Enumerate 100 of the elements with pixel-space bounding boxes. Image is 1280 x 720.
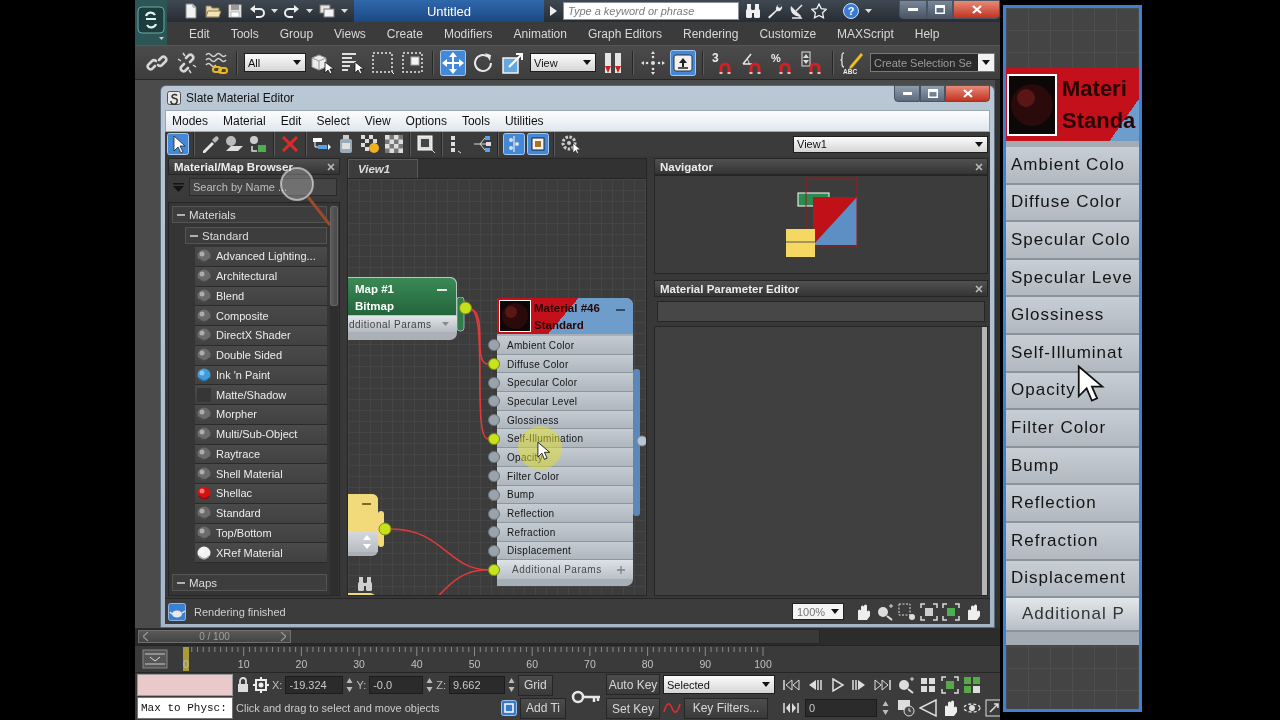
material-type-item[interactable]: Standard (195, 503, 327, 524)
close-icon[interactable] (975, 284, 983, 293)
coordinate-field[interactable]: 9.662 (449, 676, 505, 694)
slot-row[interactable]: Filter Color (1006, 410, 1139, 448)
sphere-cube-icon[interactable] (247, 133, 269, 155)
slot-row[interactable]: Bump (1006, 447, 1139, 486)
coordinate-field[interactable]: -19.324 (285, 676, 344, 694)
key-icon[interactable] (571, 689, 602, 704)
listener-field[interactable]: Max to Physc: (137, 697, 233, 719)
binoculars-icon[interactable] (357, 576, 373, 592)
folder-icon[interactable] (205, 3, 221, 19)
socket-icon[interactable] (488, 358, 500, 371)
menu-item[interactable]: Animation (513, 26, 567, 41)
menu-item[interactable]: Edit (280, 114, 302, 128)
skip-start-icon[interactable] (782, 678, 801, 692)
zoom-dropdown[interactable]: 100% (792, 603, 844, 620)
maximize-viewport-icon[interactable] (985, 699, 1000, 717)
swirl-logo-icon[interactable] (135, 0, 167, 45)
frame-selected-icon[interactable] (942, 602, 960, 621)
menu-item[interactable]: View (364, 114, 391, 128)
socket-icon[interactable] (488, 451, 500, 464)
menu-item[interactable]: Rendering (683, 26, 739, 41)
menu-item[interactable]: Utilities (504, 114, 544, 128)
socket-icon[interactable] (488, 488, 500, 501)
socket-icon[interactable] (488, 432, 500, 445)
material-type-item[interactable]: Blend (195, 286, 327, 307)
material-type-item[interactable]: Raytrace (195, 444, 327, 465)
menu-item[interactable]: Modes (172, 114, 209, 128)
material-type-item[interactable]: Shellac (195, 484, 327, 504)
keyboard-override-icon[interactable] (670, 49, 696, 76)
slot-row[interactable]: Reflection (488, 504, 633, 523)
material-type-item[interactable]: Morpher (195, 405, 327, 425)
socket-icon[interactable] (488, 339, 500, 352)
satellite-dish-icon[interactable] (789, 3, 805, 19)
material-type-item[interactable]: Double Sided (195, 345, 327, 366)
menu-item[interactable]: Help (914, 26, 940, 41)
slot-row[interactable]: Self-Illuminat (1006, 334, 1139, 373)
key-mode-icon[interactable] (782, 701, 801, 715)
material-type-item[interactable]: Shell Material (195, 464, 327, 484)
socket-icon[interactable] (488, 563, 500, 576)
wrench-icon[interactable] (767, 3, 783, 19)
slot-row[interactable]: Reflection (1006, 485, 1139, 523)
slot-row[interactable]: Specular Level (488, 392, 633, 411)
socket-icon[interactable] (488, 526, 500, 539)
slot-row[interactable]: Diffuse Color (1006, 184, 1139, 223)
spinner-arrows-icon[interactable] (882, 700, 890, 716)
folders-icon[interactable] (319, 3, 335, 19)
tree-group[interactable]: Maps (172, 574, 327, 591)
material-type-item[interactable]: Top/Bottom (195, 523, 327, 544)
slot-row[interactable]: Specular Color (488, 373, 633, 393)
dotted-cross-icon[interactable] (640, 49, 666, 76)
minimize-button[interactable] (894, 85, 920, 102)
spinner-arrows-icon[interactable] (508, 677, 515, 693)
material-type-item[interactable]: Matte/Shadow (195, 385, 327, 405)
swatch-icon[interactable] (527, 133, 549, 155)
grid-squares-icon[interactable] (919, 676, 938, 694)
map-node[interactable]: Map #1 Bitmap dditional Params (348, 277, 457, 340)
dotted-column-icon[interactable] (503, 133, 525, 155)
zoom-icon[interactable] (876, 602, 894, 621)
gizmo-icon[interactable] (253, 677, 269, 693)
menu-item[interactable]: Views (334, 26, 366, 41)
output-socket-icon[interactable] (457, 297, 472, 333)
slot-row[interactable]: Ambient Color (488, 336, 633, 355)
slot-row[interactable]: Refraction (1006, 522, 1139, 561)
zoom-icon[interactable] (897, 676, 916, 694)
material-type-item[interactable]: Ink 'n Paint (195, 365, 327, 386)
selection-filter-dropdown[interactable]: All (244, 53, 306, 72)
help-icon[interactable]: ? (843, 3, 859, 19)
square-frame-icon[interactable] (415, 133, 437, 155)
params-row[interactable]: Additional P (1006, 598, 1139, 633)
socket-icon[interactable] (488, 376, 500, 389)
triangle-right-icon[interactable] (550, 6, 557, 16)
menu-item[interactable]: Edit (189, 26, 210, 41)
zoom-region-icon[interactable] (898, 602, 916, 621)
dashed-rectangle-icon[interactable] (370, 49, 396, 76)
menu-item[interactable]: Options (405, 114, 447, 128)
move-arrows-icon[interactable] (440, 49, 466, 76)
view-dropdown[interactable]: View1 (793, 135, 988, 153)
socket-icon[interactable] (488, 470, 500, 483)
checker-icon[interactable] (383, 133, 405, 155)
close-icon[interactable] (327, 162, 335, 171)
add-time-tag-button[interactable]: Add Ti (520, 697, 567, 719)
named-selection-field[interactable]: Create Selection Se (870, 53, 995, 72)
tree-group[interactable]: Materials (172, 206, 327, 223)
checker-sphere-icon[interactable] (359, 133, 381, 155)
material-type-item[interactable]: XRef Material (195, 543, 327, 563)
search-field[interactable]: Type a keyword or phrase (563, 2, 739, 20)
slot-row[interactable]: Ambient Colo (1006, 147, 1139, 185)
search-field[interactable]: Search by Name ... (189, 178, 337, 196)
socket-icon[interactable] (488, 414, 500, 427)
menu-item[interactable]: Select (316, 114, 350, 128)
menu-item[interactable]: Tools (230, 26, 259, 41)
slot-row[interactable]: Displacement (1006, 560, 1139, 599)
plus-icon[interactable] (617, 565, 625, 574)
tree-group[interactable]: Standard (185, 227, 327, 244)
coordinate-field[interactable]: -0.0 (369, 676, 424, 694)
spinner-arrows-icon[interactable] (426, 677, 434, 693)
padlock-icon[interactable] (236, 677, 250, 693)
grid-button[interactable]: Grid (518, 674, 553, 696)
time-marker[interactable] (183, 647, 189, 671)
